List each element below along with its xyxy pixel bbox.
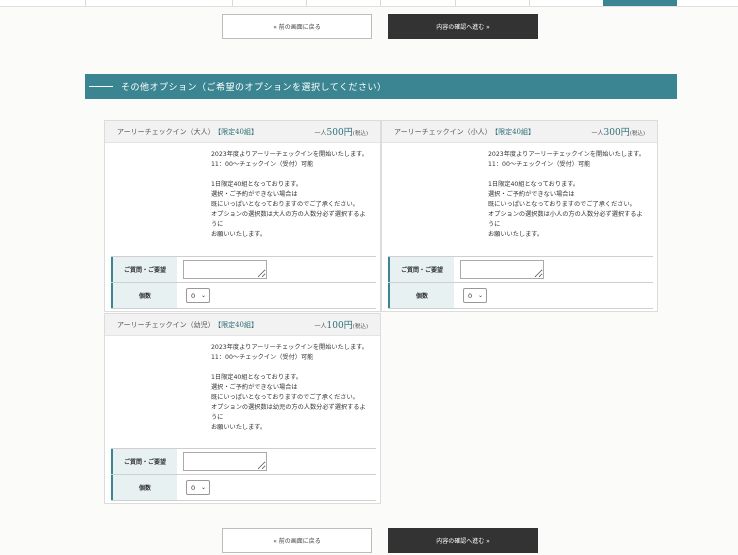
- request-label: ご質問・ご要望: [111, 449, 177, 474]
- option-form-table: ご質問・ご要望 個数 0 ⌄: [111, 448, 376, 501]
- next-button-bottom[interactable]: 内容の確認へ進む »: [388, 528, 538, 553]
- option-description: 2023年度よりアーリーチェックインを開始いたします。 11：00〜チェックイン…: [211, 344, 368, 431]
- option-description: 2023年度よりアーリーチェックインを開始いたします。 11：00〜チェックイン…: [211, 151, 368, 238]
- option-title: アーリーチェックイン（幼児）: [117, 321, 215, 329]
- option-description: 2023年度よりアーリーチェックインを開始いたします。 11：00〜チェックイン…: [488, 151, 645, 238]
- quantity-row: 個数 0 ⌄: [111, 475, 376, 501]
- option-limit: 【限定40組】: [217, 128, 259, 136]
- quantity-value: 0: [468, 291, 473, 300]
- option-card-head: アーリーチェックイン（大人） 【限定40組】 一人500円(税込): [105, 121, 380, 143]
- step-segment: [85, 0, 233, 6]
- step-segment: [232, 0, 307, 6]
- option-form-table: ご質問・ご要望 個数 0 ⌄: [388, 256, 653, 309]
- option-price: 一人500円(税込): [315, 125, 369, 138]
- step-segment-active: [603, 0, 677, 6]
- price-tax: (税込): [352, 131, 368, 137]
- price-prefix: 一人: [314, 323, 327, 330]
- price-prefix: 一人: [314, 130, 327, 137]
- step-segment: [0, 0, 86, 6]
- section-title: その他オプション（ご希望のオプションを選択してください）: [121, 83, 387, 93]
- quantity-value: 0: [191, 291, 196, 300]
- header-line: [89, 86, 113, 87]
- next-button[interactable]: 内容の確認へ進む »: [388, 14, 538, 39]
- chevron-down-icon: ⌄: [477, 292, 483, 299]
- step-segment: [306, 0, 381, 6]
- quantity-select[interactable]: 0 ⌄: [186, 288, 210, 303]
- quantity-label: 個数: [111, 283, 177, 308]
- request-label: ご質問・ご要望: [111, 257, 177, 282]
- chevron-down-icon: ⌄: [200, 292, 206, 299]
- step-segment: [455, 0, 530, 6]
- option-card-infant: アーリーチェックイン（幼児） 【限定40組】 一人100円(税込) 2023年度よ…: [104, 313, 381, 504]
- option-card-adult: アーリーチェックイン（大人） 【限定40組】 一人500円(税込) 2023年度よ…: [104, 120, 381, 312]
- chevron-down-icon: ⌄: [200, 484, 206, 491]
- request-textarea[interactable]: [183, 452, 267, 471]
- option-title: アーリーチェックイン（大人）: [117, 128, 215, 136]
- quantity-row: 個数 0 ⌄: [388, 283, 653, 309]
- option-card-head: アーリーチェックイン（小人） 【限定40組】 一人300円(税込): [382, 121, 657, 143]
- price-amount: 100円: [326, 321, 353, 331]
- request-row: ご質問・ご要望: [388, 257, 653, 283]
- option-form-table: ご質問・ご要望 個数 0 ⌄: [111, 256, 376, 309]
- request-label: ご質問・ご要望: [388, 257, 454, 282]
- quantity-value: 0: [191, 483, 196, 492]
- option-limit: 【限定40組】: [494, 128, 536, 136]
- step-segment: [529, 0, 604, 6]
- price-tax: (税込): [352, 324, 368, 330]
- quantity-select[interactable]: 0 ⌄: [186, 480, 210, 495]
- price-prefix: 一人: [591, 130, 604, 137]
- option-price: 一人100円(税込): [315, 318, 369, 331]
- option-title: アーリーチェックイン（小人）: [394, 128, 492, 136]
- quantity-label: 個数: [111, 475, 177, 500]
- section-header: その他オプション（ご希望のオプションを選択してください）: [85, 74, 677, 99]
- option-price: 一人300円(税込): [592, 125, 646, 138]
- price-tax: (税込): [629, 131, 645, 137]
- progress-steps-bar: [0, 0, 738, 7]
- price-amount: 500円: [326, 128, 353, 138]
- request-textarea[interactable]: [183, 260, 267, 279]
- option-card-child: アーリーチェックイン（小人） 【限定40組】 一人300円(税込) 2023年度よ…: [381, 120, 658, 312]
- back-button[interactable]: « 前の画面に戻る: [222, 14, 372, 39]
- quantity-select[interactable]: 0 ⌄: [463, 288, 487, 303]
- request-row: ご質問・ご要望: [111, 257, 376, 283]
- request-row: ご質問・ご要望: [111, 449, 376, 475]
- back-button-bottom[interactable]: « 前の画面に戻る: [222, 528, 372, 553]
- step-segment: [380, 0, 456, 6]
- option-card-head: アーリーチェックイン（幼児） 【限定40組】 一人100円(税込): [105, 314, 380, 336]
- price-amount: 300円: [603, 128, 630, 138]
- quantity-row: 個数 0 ⌄: [111, 283, 376, 309]
- option-limit: 【限定40組】: [217, 321, 259, 329]
- request-textarea[interactable]: [460, 260, 544, 279]
- quantity-label: 個数: [388, 283, 454, 308]
